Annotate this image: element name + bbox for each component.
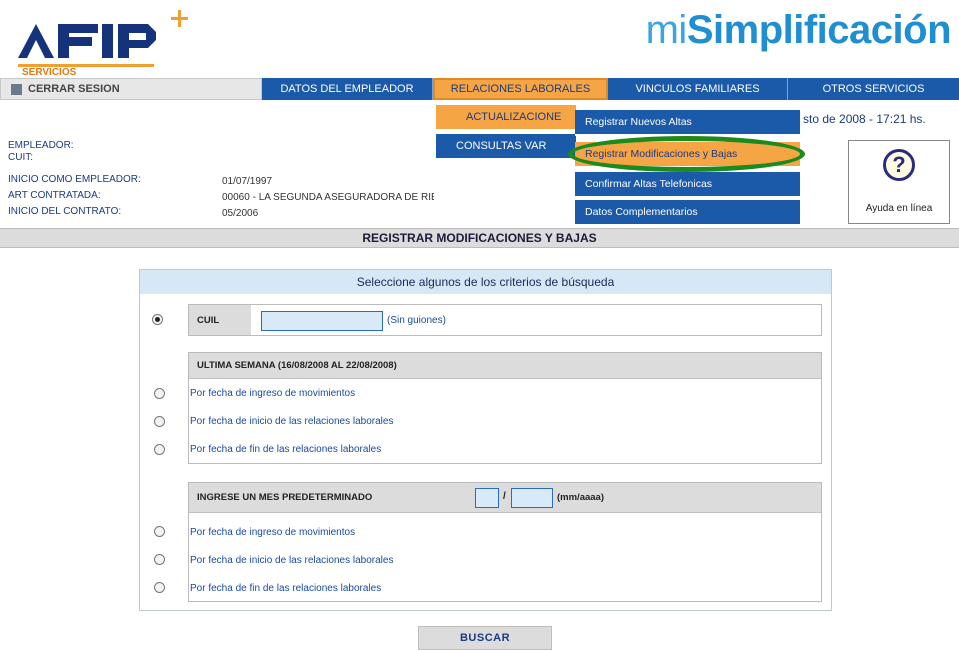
contract-start-value: 05/2006 bbox=[222, 208, 259, 219]
radio-week-ingreso[interactable] bbox=[154, 388, 165, 399]
cuil-hint: (Sin guiones) bbox=[387, 315, 446, 326]
cuil-label: CUIL bbox=[189, 305, 251, 335]
month-header-label: INGRESE UN MES PREDETERMINADO bbox=[197, 492, 373, 503]
month-separator: / bbox=[503, 491, 506, 502]
logout-button[interactable]: CERRAR SESION bbox=[0, 78, 262, 100]
art-label: ART CONTRATADA: bbox=[8, 190, 101, 201]
search-button[interactable]: BUSCAR bbox=[418, 626, 552, 650]
tab-datos-empleador[interactable]: DATOS DEL EMPLEADOR bbox=[262, 78, 433, 100]
radio-month-inicio[interactable] bbox=[154, 554, 165, 565]
radio-month-ingreso[interactable] bbox=[154, 526, 165, 537]
radio-week-fin[interactable] bbox=[154, 444, 165, 455]
logout-icon bbox=[11, 83, 22, 95]
page-title: REGISTRAR MODIFICACIONES Y BAJAS bbox=[0, 228, 959, 248]
start-date-value: 01/07/1997 bbox=[222, 176, 273, 187]
month-input[interactable] bbox=[475, 488, 499, 508]
submenu-consultas[interactable]: CONSULTAS VAR bbox=[436, 134, 576, 158]
week-header: ULTIMA SEMANA (16/08/2008 AL 22/08/2008) bbox=[189, 353, 821, 379]
cuil-input[interactable] bbox=[261, 311, 383, 331]
radio-week-inicio[interactable] bbox=[154, 416, 165, 427]
highlight-ellipse bbox=[568, 136, 805, 172]
main-nav: DATOS DEL EMPLEADOR RELACIONES LABORALES… bbox=[262, 78, 959, 100]
help-label: Ayuda en línea bbox=[865, 203, 933, 214]
tab-relaciones-laborales[interactable]: RELACIONES LABORALES bbox=[433, 78, 608, 100]
brand-title: miSimplificación bbox=[645, 8, 952, 52]
menu-item-registrar-altas[interactable]: Registrar Nuevos Altas bbox=[575, 110, 800, 136]
month-hint: (mm/aaaa) bbox=[557, 492, 604, 503]
submenu-actualizaciones[interactable]: ACTUALIZACIONE bbox=[436, 105, 576, 129]
afip-logo: SERVICIOS bbox=[14, 6, 194, 78]
option-month-fin[interactable]: Por fecha de fin de las relaciones labor… bbox=[190, 583, 381, 594]
contract-start-label: INICIO DEL CONTRATO: bbox=[8, 206, 122, 217]
radio-month-fin[interactable] bbox=[154, 582, 165, 593]
help-button[interactable]: ? Ayuda en línea bbox=[848, 140, 950, 224]
search-panel: Seleccione algunos de los criterios de b… bbox=[139, 269, 832, 611]
option-week-ingreso[interactable]: Por fecha de ingreso de movimientos bbox=[190, 388, 355, 399]
employer-label: EMPLEADOR: bbox=[8, 140, 74, 151]
option-week-fin[interactable]: Por fecha de fin de las relaciones labor… bbox=[190, 444, 381, 455]
tab-vinculos-familiares[interactable]: VINCULOS FAMILIARES bbox=[608, 78, 788, 100]
cuit-label: CUIT: bbox=[8, 152, 33, 163]
svg-text:SERVICIOS: SERVICIOS bbox=[22, 67, 77, 76]
search-panel-heading: Seleccione algunos de los criterios de b… bbox=[140, 270, 831, 294]
question-icon: ? bbox=[883, 149, 915, 181]
option-week-inicio[interactable]: Por fecha de inicio de las relaciones la… bbox=[190, 416, 393, 427]
session-datetime: sto de 2008 - 17:21 hs. bbox=[803, 112, 926, 126]
tab-otros-servicios[interactable]: OTROS SERVICIOS bbox=[788, 78, 959, 100]
art-value: 00060 - LA SEGUNDA ASEGURADORA DE RIESGO… bbox=[222, 192, 434, 203]
year-input[interactable] bbox=[511, 488, 553, 508]
logout-label: CERRAR SESION bbox=[28, 83, 120, 95]
option-month-ingreso[interactable]: Por fecha de ingreso de movimientos bbox=[190, 527, 355, 538]
start-date-label: INICIO COMO EMPLEADOR: bbox=[8, 174, 141, 185]
menu-item-confirmar-altas[interactable]: Confirmar Altas Telefonicas bbox=[575, 172, 800, 198]
radio-cuil[interactable] bbox=[152, 314, 163, 325]
menu-item-datos-complementarios[interactable]: Datos Complementarios bbox=[575, 200, 800, 226]
cuil-row: CUIL (Sin guiones) bbox=[188, 304, 822, 336]
option-month-inicio[interactable]: Por fecha de inicio de las relaciones la… bbox=[190, 555, 393, 566]
